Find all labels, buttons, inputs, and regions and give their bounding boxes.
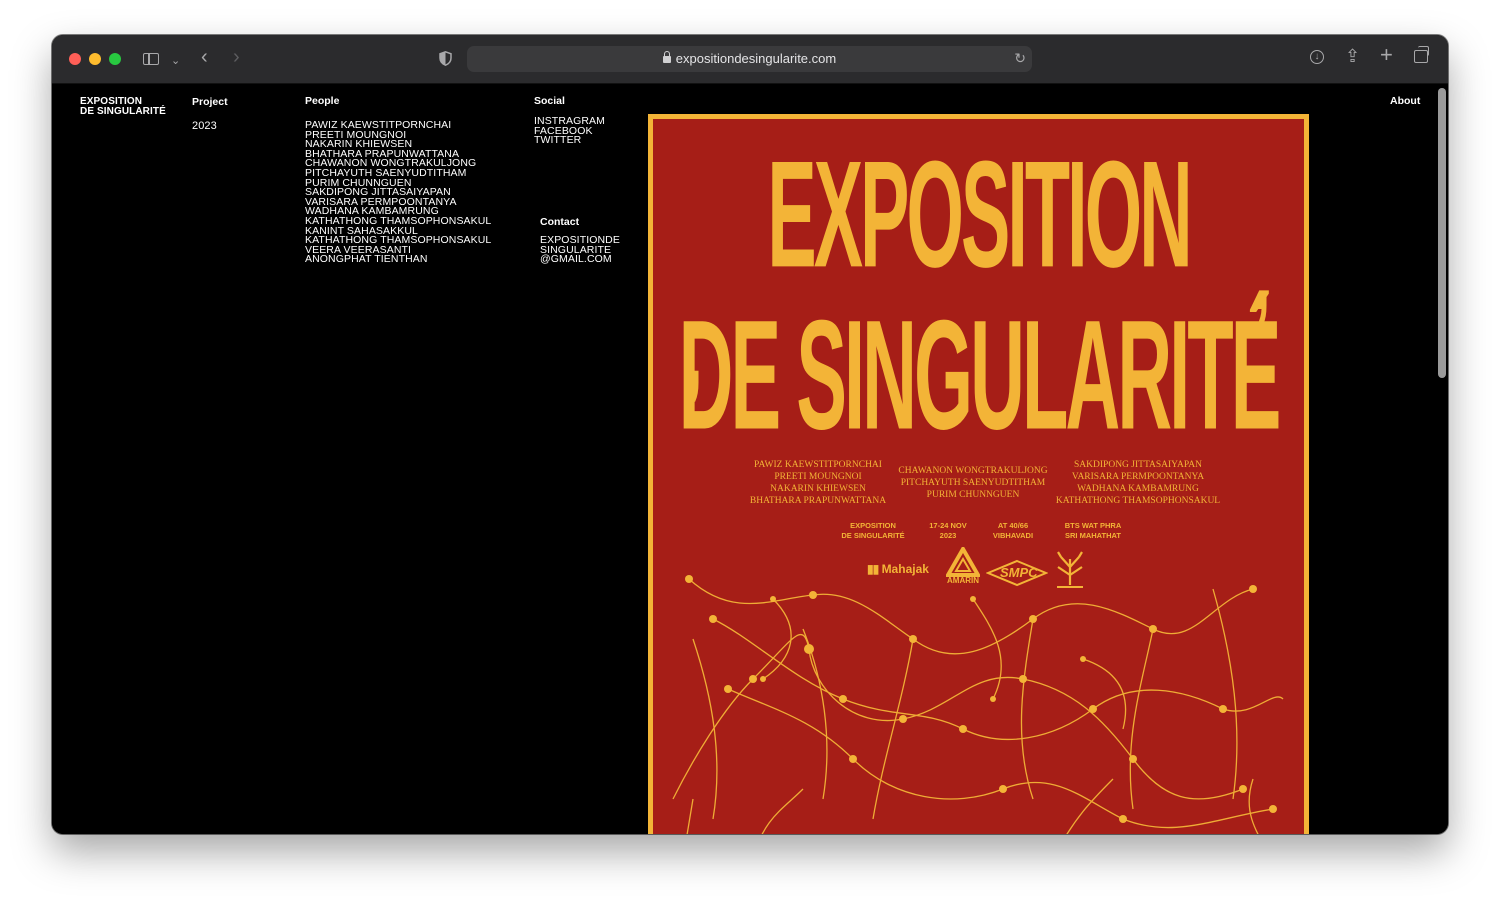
- info-line: SRI MAHATHAT: [1065, 531, 1121, 540]
- info-line: VIBHAVADI: [992, 531, 1034, 540]
- forward-arrow-icon[interactable]: ›: [233, 47, 240, 67]
- new-tab-icon[interactable]: +: [1380, 44, 1393, 66]
- poster-network-illustration: [672, 575, 1284, 834]
- browser-toolbar: ⌄ ‹ › expositiondesingularite.com ↻ ↓ ⇪ …: [52, 35, 1448, 84]
- close-window-button[interactable]: [69, 53, 81, 65]
- project-heading: Project: [192, 96, 228, 108]
- logo-line-2: DE SINGULARITÉ: [80, 105, 166, 117]
- chevron-down-icon[interactable]: ⌄: [171, 51, 180, 71]
- exhibition-poster: EXPOSITION , , DE SINGULARITÉ PAWIZ KAEW…: [648, 114, 1309, 834]
- poster-names-col-3: SAKDIPONG JITTASAIYAPAN VARISARA PERMPOON…: [1053, 459, 1223, 507]
- social-links: INSTRAGRAM FACEBOOK TWITTER: [534, 116, 605, 146]
- sidebar-toggle-icon[interactable]: [143, 53, 159, 65]
- minimize-window-button[interactable]: [89, 53, 101, 65]
- site-logo[interactable]: EXPOSITION DE SINGULARITÉ: [80, 97, 166, 116]
- about-link[interactable]: About: [1390, 95, 1420, 107]
- poster-name: PURIM CHUNNGUEN: [926, 490, 1020, 500]
- project-year-link[interactable]: 2023: [192, 121, 217, 132]
- web-page: EXPOSITION DE SINGULARITÉ Project 2023 P…: [52, 84, 1448, 834]
- address-bar[interactable]: expositiondesingularite.com ↻: [467, 46, 1032, 72]
- poster-name: BHATHARA PRAPUNWATTANA: [749, 496, 887, 506]
- url-text: expositiondesingularite.com: [675, 51, 837, 66]
- poster-names-col-1: PAWIZ KAEWSTITPORNCHAI PREETI MOUNGNOI NAK…: [733, 459, 903, 507]
- poster-info-venue: AT 40/66 VIBHAVADI: [973, 521, 1053, 541]
- contact-email-line: @GMAIL.COM: [540, 253, 612, 266]
- poster-name: WADHANA KAMBAMRUNG: [1077, 484, 1199, 494]
- poster-name: PREETI MOUNGNOI: [774, 472, 862, 482]
- poster-name: PITCHAYUTH SAENYUDTITHAM: [900, 478, 1046, 488]
- poster-name: VARISARA PERMPOONTANYA: [1071, 472, 1205, 482]
- reload-icon[interactable]: ↻: [1014, 50, 1026, 67]
- page-scrollbar[interactable]: [1438, 88, 1446, 378]
- poster-info-transit: BTS WAT PHRA SRI MAHATHAT: [1043, 521, 1143, 541]
- people-heading: People: [305, 95, 340, 107]
- people-list: PAWIZ KAEWSTITPORNCHAI PREETI MOUNGNOI NAK…: [305, 120, 491, 266]
- social-heading: Social: [534, 95, 565, 107]
- poster-names-col-2: CHAWANON WONGTRAKULJONG PITCHAYUTH SAENYU…: [893, 465, 1053, 501]
- social-link[interactable]: TWITTER: [534, 135, 605, 146]
- back-arrow-icon[interactable]: ‹: [201, 47, 208, 67]
- download-icon[interactable]: ↓: [1310, 50, 1324, 64]
- poster-name: KATHATHONG THAMSOPHONSAKUL: [1055, 496, 1221, 506]
- person-name: ANONGPHAT TIENTHAN: [305, 253, 428, 266]
- tab-overview-icon[interactable]: [1414, 46, 1429, 63]
- info-line: BTS WAT PHRA: [1064, 521, 1122, 530]
- poster-name: CHAWANON WONGTRAKULJONG: [898, 466, 1048, 476]
- browser-window: ⌄ ‹ › expositiondesingularite.com ↻ ↓ ⇪ …: [52, 35, 1448, 834]
- poster-name: NAKARIN KHIEWSEN: [770, 484, 866, 494]
- contact-email[interactable]: EXPOSITIONDE SINGULARITE @GMAIL.COM: [540, 235, 620, 266]
- privacy-shield-icon[interactable]: [439, 51, 452, 66]
- url-display: expositiondesingularite.com: [467, 51, 1032, 66]
- info-line: AT 40/66: [997, 521, 1029, 530]
- share-icon[interactable]: ⇪: [1345, 46, 1360, 66]
- poster-name: SAKDIPONG JITTASAIYAPAN: [1074, 460, 1202, 470]
- poster-title-line-1: EXPOSITION: [767, 129, 1192, 300]
- contact-heading: Contact: [540, 216, 580, 228]
- poster-name: PAWIZ KAEWSTITPORNCHAI: [754, 460, 882, 470]
- poster-canvas: EXPOSITION , , DE SINGULARITÉ PAWIZ KAEW…: [653, 119, 1304, 834]
- poster-title-line-2: DE SINGULARITÉ: [678, 289, 1282, 464]
- lock-icon: [662, 51, 671, 63]
- zoom-window-button[interactable]: [109, 53, 121, 65]
